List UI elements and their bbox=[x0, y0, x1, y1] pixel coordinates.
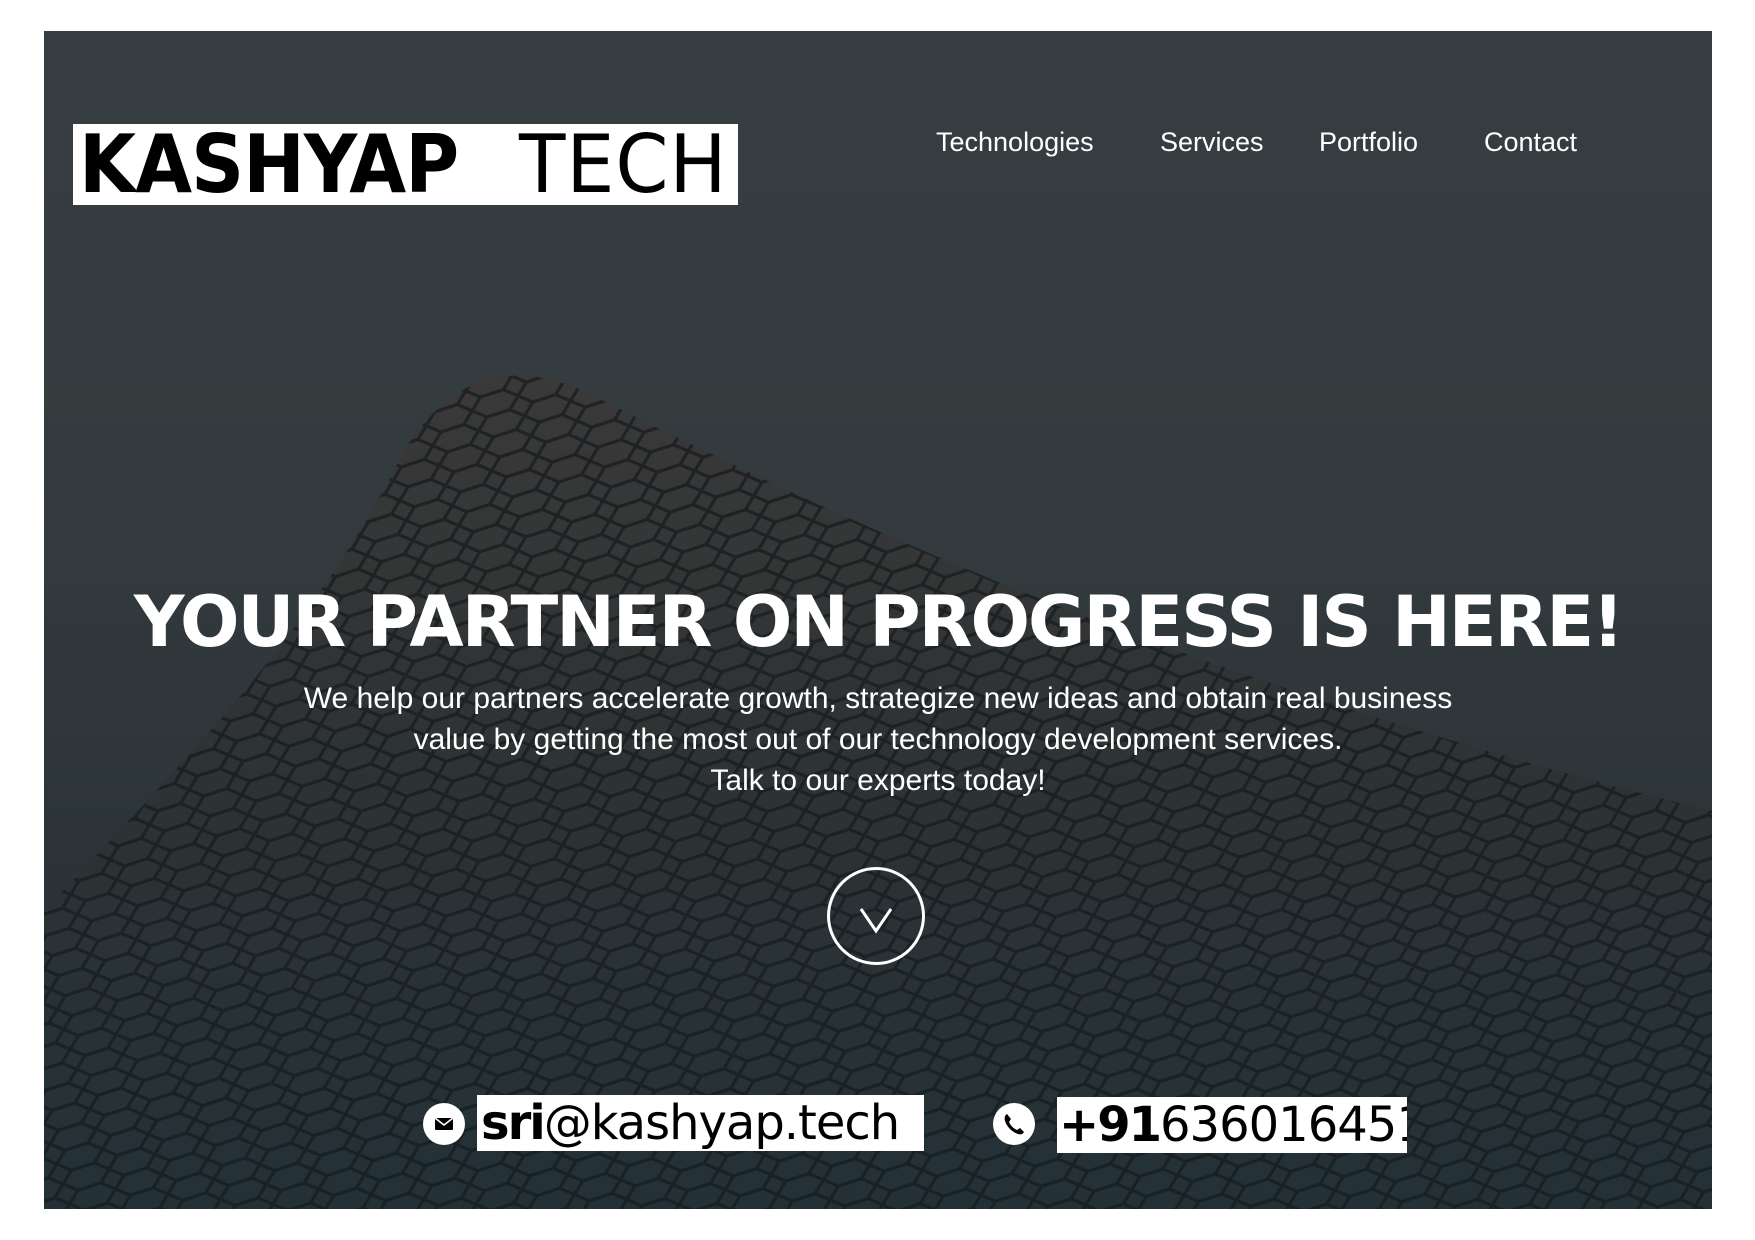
main-nav: Technologies Services Portfolio Contact bbox=[44, 127, 1712, 177]
scroll-down-button[interactable] bbox=[827, 867, 925, 965]
chevron-down-icon bbox=[859, 908, 893, 934]
phone-country-code: +91 bbox=[1059, 1097, 1162, 1153]
hero-section: KASHYAP TECH Technologies Services Portf… bbox=[44, 31, 1712, 1209]
hero-subtext-line: value by getting the most out of our tec… bbox=[413, 723, 1343, 756]
nav-services[interactable]: Services bbox=[1160, 127, 1264, 158]
email-link[interactable]: sri @kashyap.tech bbox=[477, 1095, 924, 1151]
mail-icon bbox=[423, 1103, 465, 1145]
phone-number: 6360164519 bbox=[1160, 1097, 1407, 1153]
phone-link[interactable]: +91 6360164519 bbox=[1057, 1097, 1407, 1153]
hero-headline: YOUR PARTNER ON PROGRESS IS HERE! bbox=[133, 581, 1624, 663]
nav-technologies[interactable]: Technologies bbox=[936, 127, 1094, 158]
hero-subtext-line: Talk to our experts today! bbox=[710, 764, 1046, 797]
nav-contact[interactable]: Contact bbox=[1484, 127, 1577, 158]
phone-icon bbox=[993, 1103, 1035, 1145]
email-user: sri bbox=[481, 1095, 546, 1151]
nav-portfolio[interactable]: Portfolio bbox=[1319, 127, 1418, 158]
hero-subtext: We help our partners accelerate growth, … bbox=[194, 678, 1562, 801]
email-domain: @kashyap.tech bbox=[543, 1095, 901, 1151]
hero-subtext-line: We help our partners accelerate growth, … bbox=[303, 682, 1453, 715]
